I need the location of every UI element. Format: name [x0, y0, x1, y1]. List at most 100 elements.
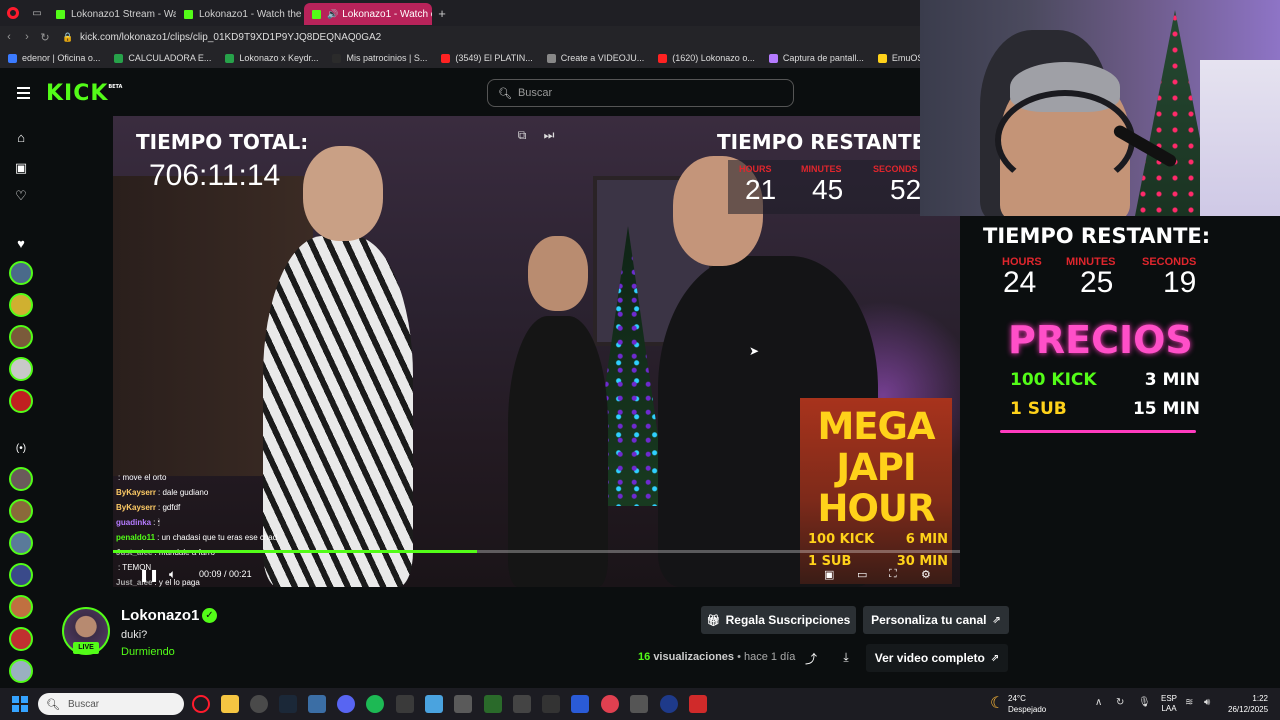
obs-icon[interactable] — [660, 695, 678, 713]
tab-label: Lokonazo1 - Watch the VOD — [199, 8, 304, 20]
tab-vod[interactable]: Lokonazo1 - Watch the VOD — [176, 3, 304, 25]
menu-icon[interactable] — [0, 87, 46, 99]
system-clock[interactable]: 1:22 26/12/2025 — [1228, 693, 1268, 715]
overlay-value: 45 — [812, 174, 844, 205]
channel-avatar[interactable] — [9, 531, 33, 555]
customize-channel-button[interactable]: Personaliza tu canal ⇗ — [863, 606, 1009, 634]
weather-widget[interactable]: 24°C Despejado — [1008, 693, 1046, 715]
opera-gx-icon[interactable] — [192, 695, 210, 713]
channel-avatar[interactable] — [9, 563, 33, 587]
forward-icon[interactable]: › — [18, 31, 36, 43]
channel-avatar[interactable] — [9, 595, 33, 619]
live-badge: LIVE — [73, 642, 99, 654]
workspaces-icon[interactable]: ▭ — [26, 0, 48, 26]
app-icon[interactable] — [396, 695, 414, 713]
reload-icon[interactable]: ↻ — [36, 31, 54, 44]
app-icon[interactable] — [630, 695, 648, 713]
views-label: visualizaciones — [653, 651, 735, 663]
pip-icon[interactable]: ▣ — [824, 568, 834, 581]
channel-avatar[interactable] — [9, 499, 33, 523]
channel-avatar[interactable] — [9, 261, 33, 285]
app-icon[interactable] — [484, 695, 502, 713]
kick-favicon-icon — [184, 9, 193, 19]
bookmark-item[interactable]: Create a VIDEOJU... — [546, 53, 644, 63]
chat-message: : move el orto — [118, 473, 167, 482]
theater-mode-icon[interactable]: ▭ — [857, 568, 867, 581]
bookmark-item[interactable]: EmuOS v1.0 — [877, 53, 920, 63]
category-link[interactable]: Durmiendo — [121, 646, 175, 658]
app-icon[interactable] — [571, 695, 589, 713]
bookmark-item[interactable]: CALCULADORA E... — [114, 53, 211, 63]
channel-name[interactable]: Lokonazo1 — [121, 607, 199, 624]
file-explorer-icon[interactable] — [221, 695, 239, 713]
app-icon[interactable] — [513, 695, 531, 713]
home-icon[interactable]: ⌂ — [0, 130, 42, 145]
share-icon[interactable]: ⤴ — [803, 650, 819, 667]
spotify-icon[interactable] — [366, 695, 384, 713]
verified-check-icon: ✓ — [202, 608, 217, 623]
weather-moon-icon[interactable]: ☾ — [990, 693, 1004, 713]
download-icon[interactable]: ⤓ — [838, 650, 854, 665]
steam-icon[interactable] — [279, 695, 297, 713]
speaker-icon[interactable]: 🔊 — [327, 9, 338, 20]
clip-video-player[interactable]: TIEMPO TOTAL: 706:11:14 TIEMPO RESTANTE … — [113, 116, 960, 587]
app-icon[interactable] — [308, 695, 326, 713]
taskbar-search-input[interactable]: 🔍︎ Buscar — [38, 693, 184, 715]
kick-favicon-icon — [312, 9, 321, 19]
channel-avatar[interactable] — [9, 325, 33, 349]
webcam-scene — [1200, 60, 1280, 216]
tray-overflow-icon[interactable]: ∧ — [1095, 697, 1102, 708]
full-video-button[interactable]: Ver video completo ⇗ — [866, 644, 1008, 672]
channel-avatar[interactable] — [9, 389, 33, 413]
popout-icon[interactable]: ⧉ — [512, 128, 532, 146]
channel-avatar[interactable] — [9, 357, 33, 381]
notepad-icon[interactable] — [425, 695, 443, 713]
app-icon[interactable] — [601, 695, 619, 713]
tab-clip[interactable]: 🔊 Lokonazo1 - Watch clip ✕ — [304, 3, 432, 25]
webcam-scene — [995, 90, 1135, 190]
bookmark-item[interactable]: (3549) El PLATIN... — [441, 53, 533, 63]
tab-stream[interactable]: Lokonazo1 Stream - Watch — [48, 3, 176, 25]
new-tab-icon[interactable]: + — [432, 6, 452, 21]
tray-app-icon[interactable]: ↻ — [1116, 697, 1124, 708]
app-icon[interactable] — [454, 695, 472, 713]
site-info-icon[interactable]: 🔒 — [60, 32, 76, 43]
bookmark-item[interactable]: edenor | Oficina o... — [8, 53, 100, 63]
next-clip-icon[interactable]: ⏭ — [539, 128, 559, 146]
back-icon[interactable]: ‹ — [0, 31, 18, 43]
settings-gear-icon[interactable]: ⚙ — [921, 568, 931, 581]
discord-icon[interactable] — [337, 695, 355, 713]
app-icon[interactable] — [689, 695, 707, 713]
windows-taskbar: 🔍︎ Buscar ☾ 24°C Despejado ∧ ↻ 🎙︎ ESP LA… — [0, 688, 1280, 720]
kick-logo[interactable]: KICK BETA — [46, 81, 122, 106]
channel-avatar[interactable] — [9, 627, 33, 651]
bookmark-item[interactable]: Captura de pantall... — [768, 53, 864, 63]
bookmark-item[interactable]: Mis patrocinios | S... — [332, 53, 427, 63]
pause-icon[interactable]: ❚❚ — [139, 568, 159, 582]
video-progress-bar[interactable] — [113, 550, 960, 553]
windows-start-icon[interactable] — [12, 696, 28, 712]
wifi-icon[interactable]: ≋ — [1185, 697, 1193, 708]
channel-avatar[interactable] — [9, 467, 33, 491]
app-icon[interactable] — [542, 695, 560, 713]
chrome-icon[interactable] — [250, 695, 268, 713]
browse-icon[interactable]: ▣ — [0, 160, 42, 176]
overlay-unit: SECONDS — [873, 164, 918, 174]
microphone-icon[interactable]: 🎙︎ — [1138, 697, 1151, 708]
bookmark-item[interactable]: Lokonazo x Keydr... — [225, 53, 318, 63]
bookmark-item[interactable]: (1620) Lokonazo o... — [658, 53, 755, 63]
language-indicator[interactable]: ESP LAA — [1161, 694, 1177, 714]
volume-icon[interactable]: 🔊︎ — [1204, 697, 1210, 708]
channel-avatar[interactable] — [9, 293, 33, 317]
fullscreen-icon[interactable]: ⛶ — [889, 568, 897, 581]
volume-icon[interactable]: 🔈︎ — [169, 567, 176, 582]
mega-line: JAPI — [836, 446, 916, 489]
url-field[interactable]: kick.com/lokonazo1/clips/clip_01KD9T9XD1… — [80, 32, 381, 43]
opera-logo-icon[interactable] — [0, 0, 26, 26]
overlay-value: 21 — [745, 174, 777, 205]
bookmark-favicon-icon — [114, 53, 124, 63]
channel-avatar[interactable] — [9, 659, 33, 683]
following-heart-icon[interactable]: ♡ — [0, 188, 42, 204]
gift-subscriptions-button[interactable]: 🎁︎ Regala Suscripciones — [701, 606, 856, 634]
search-input[interactable]: 🔍︎ Buscar — [487, 79, 794, 107]
